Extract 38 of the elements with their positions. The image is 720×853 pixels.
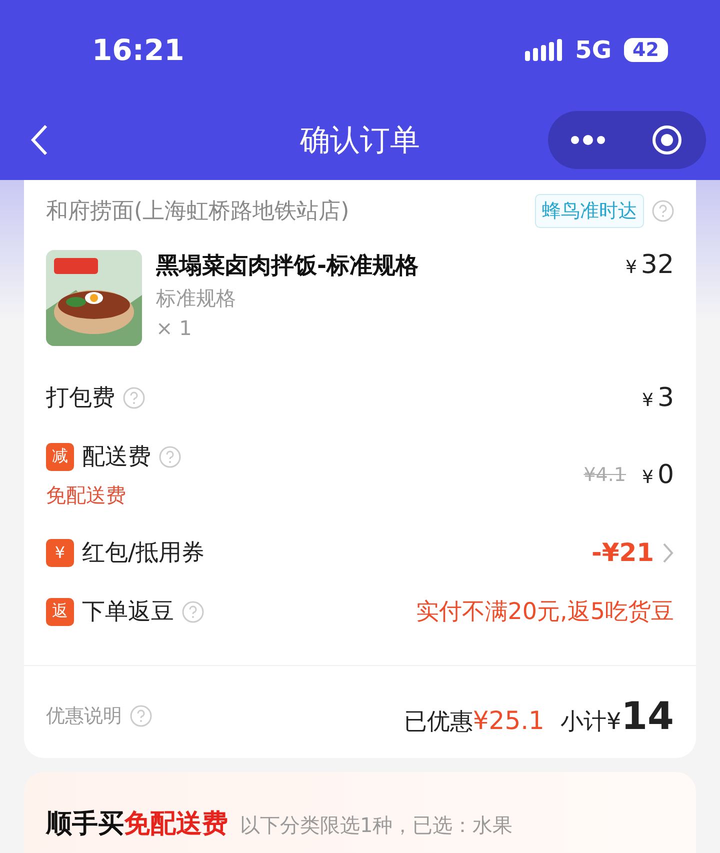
item-price: ¥32 <box>625 250 674 282</box>
help-icon[interactable] <box>652 200 674 222</box>
fee-label: 下单返豆 <box>82 598 174 627</box>
battery-level: 42 <box>624 38 668 62</box>
fee-value: ¥0 <box>642 460 674 490</box>
item-spec: 标准规格 <box>156 285 237 312</box>
discount-info-label: 优惠说明 <box>46 704 122 729</box>
fee-label: 红包/抵用券 <box>82 539 205 568</box>
delivery-tag: 蜂鸟准时达 <box>535 194 644 228</box>
help-icon[interactable] <box>123 386 145 408</box>
page-title: 确认订单 <box>300 122 420 160</box>
fee-badge: ¥ <box>46 538 74 566</box>
help-icon[interactable] <box>182 600 204 622</box>
item-name: 黑塌菜卤肉拌饭-标准规格 <box>156 252 420 281</box>
chevron-icon[interactable] <box>662 542 674 564</box>
fee-badge: 减 <box>46 442 74 470</box>
back-button[interactable] <box>30 124 48 156</box>
network-label: 5G <box>575 36 612 64</box>
store-name: 和府捞面(上海虹桥路地铁站店) <box>46 198 350 226</box>
signal-icon <box>525 39 564 61</box>
fee-label: 打包费 <box>46 384 115 413</box>
item-quantity: × 1 <box>156 316 193 340</box>
help-icon[interactable] <box>159 446 181 468</box>
promo-note: 以下分类限选1种，已选：水果 <box>240 812 513 839</box>
fee-label: 配送费 <box>82 443 151 472</box>
help-icon[interactable] <box>130 705 152 727</box>
rebate-note: 实付不满20元,返5吃货豆 <box>416 598 674 627</box>
fee-badge: 返 <box>46 598 74 626</box>
fee-note: 免配送费 <box>46 482 127 509</box>
fee-value: ¥3 <box>642 382 674 412</box>
target-icon[interactable] <box>650 124 682 156</box>
original-price: ¥4.1 <box>584 464 626 486</box>
more-icon[interactable] <box>570 135 606 145</box>
coupon-value[interactable]: -¥21 <box>591 538 654 567</box>
promo-title: 顺手买免配送费 <box>46 808 228 841</box>
subtotal: 小计¥14 <box>560 694 674 738</box>
status-time: 16:21 <box>92 33 184 67</box>
saved-total: 已优惠¥25.1 <box>404 706 544 737</box>
